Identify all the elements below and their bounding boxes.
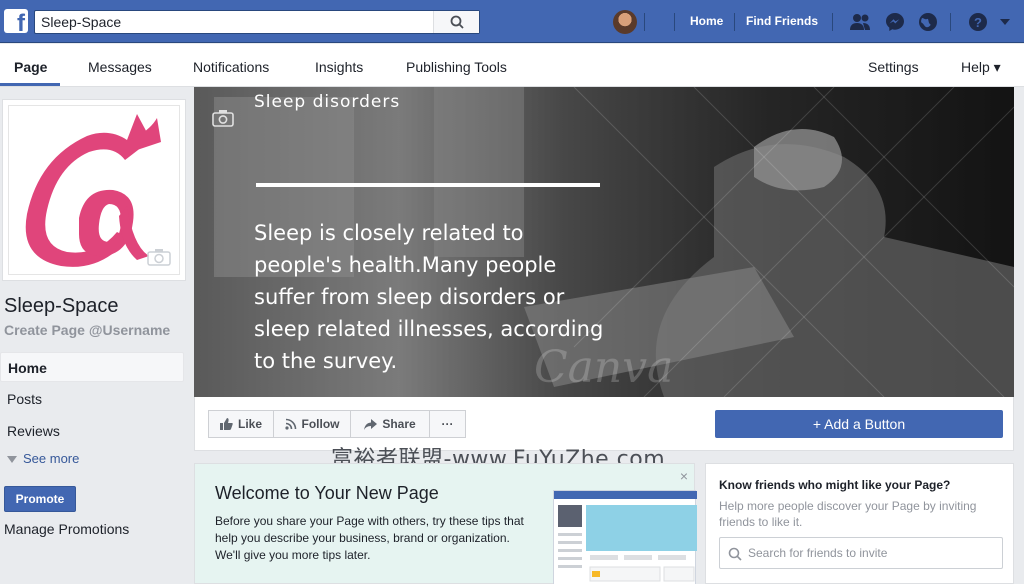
sidebar-item-home[interactable]: Home — [0, 352, 184, 382]
search-icon — [450, 15, 464, 29]
camera-icon[interactable] — [147, 248, 171, 266]
follow-button[interactable]: Follow — [273, 410, 351, 438]
promote-button[interactable]: Promote — [4, 486, 76, 512]
search-box — [34, 10, 480, 34]
welcome-description: Before you share your Page with others, … — [215, 514, 524, 562]
messenger-icon[interactable] — [884, 11, 906, 33]
profile-picture[interactable] — [8, 105, 180, 275]
search-input[interactable] — [35, 11, 433, 33]
more-options-button[interactable]: ··· — [429, 410, 466, 438]
profile-picture-frame[interactable] — [2, 99, 186, 281]
invite-friends-card: Know friends who might like your Page? H… — [705, 463, 1014, 584]
search-button[interactable] — [433, 11, 479, 33]
search-icon — [728, 547, 742, 561]
close-icon[interactable]: × — [680, 468, 688, 484]
tab-help[interactable]: Help ▾ — [961, 59, 1001, 76]
divider — [734, 13, 735, 31]
logo-letter: f — [17, 10, 25, 37]
friend-search-box — [719, 537, 1003, 569]
tab-settings[interactable]: Settings — [868, 59, 919, 75]
see-more-label: See more — [23, 451, 80, 466]
divider — [644, 13, 645, 31]
svg-text:?: ? — [974, 15, 982, 30]
share-label: Share — [382, 417, 416, 431]
tab-insights[interactable]: Insights — [315, 59, 363, 75]
tab-notifications[interactable]: Notifications — [193, 59, 269, 75]
add-a-button[interactable]: + Add a Button — [715, 410, 1003, 438]
manage-promotions-link[interactable]: Manage Promotions — [4, 521, 129, 537]
create-username-link[interactable]: Create Page @Username — [4, 322, 170, 338]
cover-photo[interactable]: Sleep disorders Sleep is closely related… — [194, 87, 1014, 397]
top-bar: f Home Find Friends ? — [0, 0, 1024, 43]
left-column: Sleep-Space Create Page @Username Home P… — [0, 87, 194, 584]
divider — [950, 13, 951, 31]
tab-messages[interactable]: Messages — [88, 59, 152, 75]
rss-follow-icon — [284, 418, 296, 430]
nav-home-link[interactable]: Home — [690, 14, 723, 28]
like-label: Like — [237, 417, 262, 431]
share-arrow-icon — [364, 418, 378, 430]
see-more-link[interactable]: See more — [7, 451, 79, 466]
facebook-logo-icon[interactable]: f — [4, 9, 28, 37]
sidebar-item-reviews[interactable]: Reviews — [0, 416, 184, 446]
share-button[interactable]: Share — [350, 410, 430, 438]
follow-label: Follow — [301, 417, 340, 431]
cover-camera-icon[interactable] — [212, 109, 234, 127]
chevron-down-icon — [7, 456, 17, 463]
user-avatar[interactable] — [613, 10, 637, 34]
page-title: Sleep-Space — [4, 295, 119, 317]
thumbs-up-icon — [219, 418, 233, 430]
help-icon[interactable]: ? — [967, 11, 989, 33]
cover-heading: Sleep disorders — [254, 92, 401, 112]
cover-divider — [256, 183, 600, 187]
welcome-title: Welcome to Your New Page — [215, 483, 439, 503]
tab-page[interactable]: Page — [14, 59, 47, 75]
page-preview-illustration — [553, 490, 697, 584]
notifications-globe-icon[interactable] — [917, 11, 939, 33]
friend-search-input[interactable] — [748, 538, 998, 568]
canva-watermark: Canva — [534, 342, 674, 393]
invite-friends-description: Help more people discover your Page by i… — [719, 499, 977, 529]
page-subnav: Page Messages Notifications Insights Pub… — [0, 44, 1024, 87]
account-menu-caret-icon[interactable] — [998, 11, 1012, 33]
like-button[interactable]: Like — [208, 410, 274, 438]
sidebar-item-posts[interactable]: Posts — [0, 384, 184, 414]
active-tab-indicator — [0, 83, 60, 86]
nav-find-friends-link[interactable]: Find Friends — [746, 14, 818, 28]
friend-requests-icon[interactable] — [849, 11, 871, 33]
divider — [832, 13, 833, 31]
tab-publishing-tools[interactable]: Publishing Tools — [406, 59, 507, 75]
welcome-card: Welcome to Your New Page Before you shar… — [194, 463, 697, 584]
divider — [674, 13, 675, 31]
invite-friends-title: Know friends who might like your Page? — [719, 478, 951, 492]
